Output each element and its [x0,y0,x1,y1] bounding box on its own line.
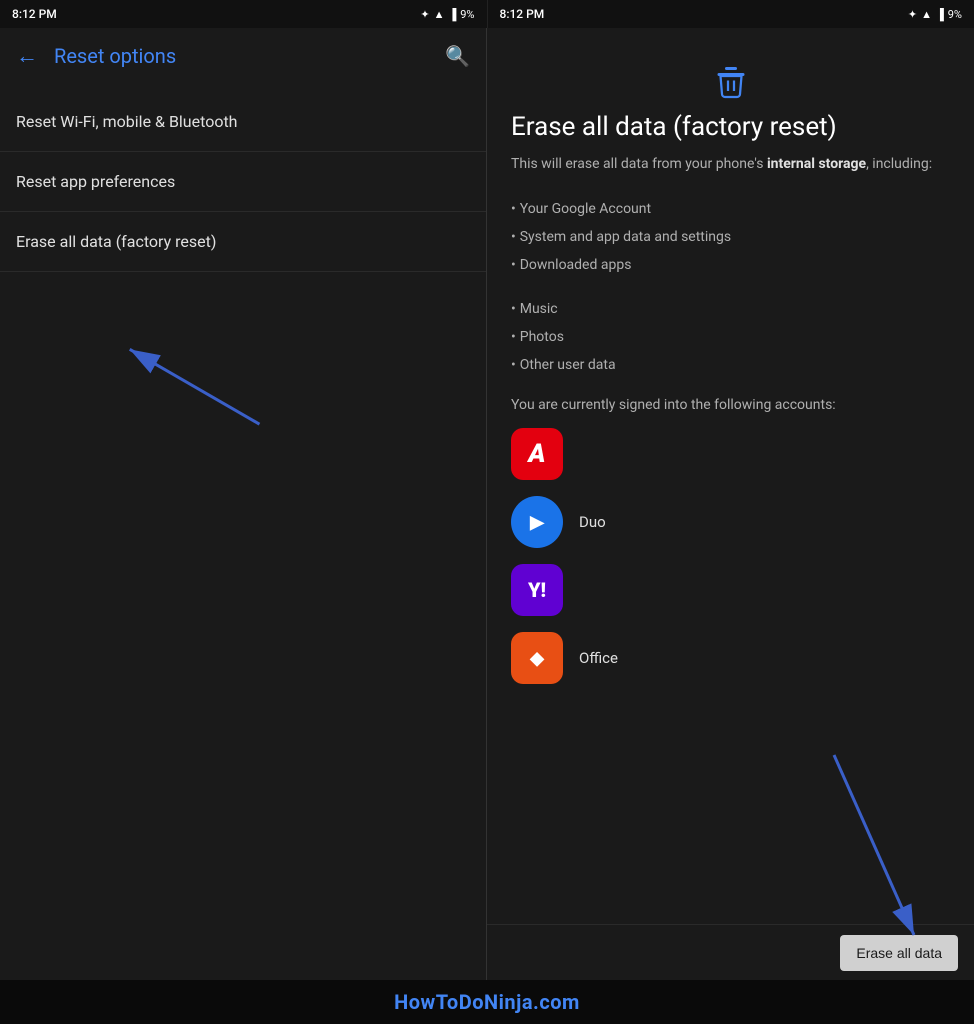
list-item: Photos [511,323,950,351]
office-icon: ◆ [511,632,563,684]
watermark-text: HowToDoNinja.com [394,990,580,1014]
bluetooth-icon: ✦ [420,8,429,21]
yahoo-icon: Y! [511,564,563,616]
list-item: Other user data [511,351,950,379]
status-icons-right: ✦ ▲ ▐ 9% [908,8,962,21]
status-bar-left: 8:12 PM ✦ ▲ ▐ 9% 8:12 PM ✦ ▲ ▐ 9% [0,0,974,28]
accounts-text: You are currently signed into the follow… [511,395,950,416]
wifi-icon: ▲ [434,8,445,21]
data-list: Your Google Account System and app data … [511,195,950,279]
list-item: System and app data and settings [511,223,950,251]
time-left: 8:12 PM [12,7,57,21]
app-list: A ▶ Duo Y! ◆ [511,428,950,744]
erase-all-button[interactable]: Erase all data [840,935,958,971]
erase-title: Erase all data (factory reset) [511,112,950,142]
menu-item-factory-reset[interactable]: Erase all data (factory reset) [0,212,486,272]
toolbar: ← Reset options 🔍 [0,28,486,84]
screen-title: Reset options [54,44,445,68]
list-item: Music [511,295,950,323]
data-list-2: Music Photos Other user data [511,295,950,379]
signal-icon: ▐ [448,8,456,21]
signal-icon-r: ▐ [936,8,944,21]
adobe-icon: A [511,428,563,480]
trash-icon [713,64,749,100]
right-panel: Erase all data (factory reset) This will… [487,28,974,980]
app-row-duo: ▶ Duo [511,496,950,548]
erase-description: This will erase all data from your phone… [511,154,950,175]
battery-right: 9% [948,8,962,21]
list-item: Downloaded apps [511,251,950,279]
search-button[interactable]: 🔍 [445,44,470,68]
bottom-bar: Erase all data [487,924,974,980]
office-label: Office [579,649,618,667]
list-item: Your Google Account [511,195,950,223]
menu-item-wifi[interactable]: Reset Wi-Fi, mobile & Bluetooth [0,92,486,152]
bluetooth-icon-r: ✦ [908,8,917,21]
trash-icon-wrapper [511,48,950,112]
menu-item-app-prefs[interactable]: Reset app preferences [0,152,486,212]
duo-icon: ▶ [511,496,563,548]
app-row-office: ◆ Office [511,632,950,684]
status-icons-left: ✦ ▲ ▐ 9% [420,8,474,21]
right-content: Erase all data (factory reset) This will… [487,28,974,924]
app-row-adobe: A [511,428,950,480]
menu-list: Reset Wi-Fi, mobile & Bluetooth Reset ap… [0,84,486,980]
watermark: HowToDoNinja.com [0,980,974,1024]
wifi-icon-r: ▲ [921,8,932,21]
duo-label: Duo [579,513,606,531]
battery-left: 9% [460,8,474,21]
back-button[interactable]: ← [16,43,38,69]
time-right: 8:12 PM [500,7,545,21]
left-panel: ← Reset options 🔍 Reset Wi-Fi, mobile & … [0,28,487,980]
screens-container: ← Reset options 🔍 Reset Wi-Fi, mobile & … [0,28,974,980]
app-row-yahoo: Y! [511,564,950,616]
